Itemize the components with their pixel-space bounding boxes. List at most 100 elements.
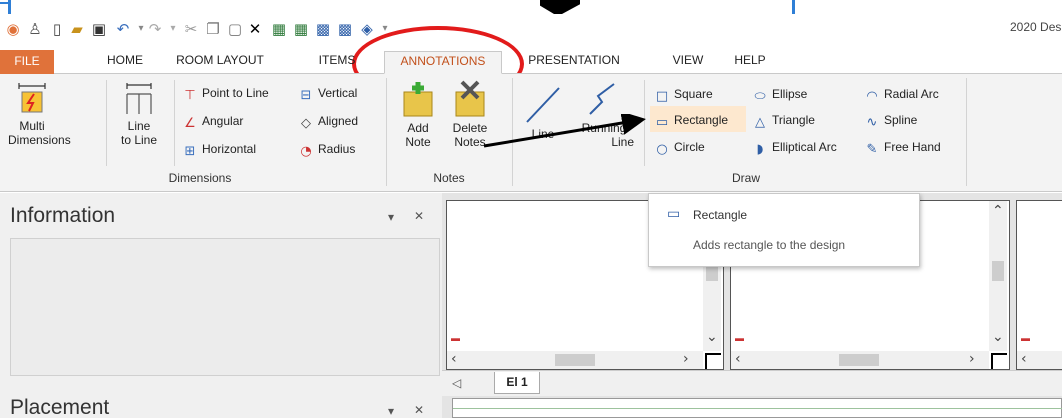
information-panel-body (10, 238, 440, 376)
square-button[interactable]: □ Square (654, 87, 713, 104)
vertical-scrollbar[interactable]: ⌃ ⌄ (989, 201, 1007, 351)
line-to-line-label-1: Line (127, 119, 151, 133)
radius-label: Radius (318, 142, 356, 156)
scroll-thumb[interactable] (555, 354, 595, 366)
multi-dimensions-button[interactable]: Multi Dimensions (8, 82, 71, 147)
add-note-label-1: Add (407, 121, 429, 135)
tab-annotations[interactable]: ANNOTATIONS (384, 51, 502, 74)
viewport-3[interactable]: ▬ ‹ (1016, 200, 1062, 370)
view-plan-icon[interactable]: ▦ (292, 20, 310, 38)
scroll-right-icon[interactable]: › (969, 351, 975, 367)
rectangle-icon: ▭ (655, 115, 669, 130)
angular-icon: ∠ (184, 116, 196, 131)
elliptical-arc-button[interactable]: ◗ Elliptical Arc (752, 140, 837, 157)
redo-icon[interactable]: ↷ (146, 20, 164, 38)
point-to-line-label: Point to Line (202, 86, 269, 100)
triangle-label: Triangle (772, 113, 815, 127)
radius-button[interactable]: ◔ Radius (298, 142, 355, 159)
tab-scroll-left-icon[interactable]: ◁ (452, 376, 461, 390)
paste-icon[interactable]: ▢ (226, 20, 244, 38)
information-dropdown-icon[interactable]: ▾ (388, 210, 394, 224)
ellipse-button[interactable]: ⬭ Ellipse (752, 87, 807, 104)
spline-button[interactable]: ∿ Spline (864, 113, 918, 130)
information-panel-title: Information (10, 204, 116, 227)
point-to-line-button[interactable]: ⊤ Point to Line (182, 86, 269, 103)
3d-box-icon[interactable]: ◈ (358, 20, 376, 38)
horizontal-scrollbar[interactable]: ‹ › (447, 351, 703, 369)
angular-button[interactable]: ∠ Angular (182, 114, 243, 131)
tab-room-layout[interactable]: ROOM LAYOUT (172, 51, 268, 74)
radius-icon: ◔ (300, 144, 312, 159)
tab-view[interactable]: VIEW (668, 51, 708, 74)
tab-help[interactable]: HELP (730, 51, 770, 74)
scroll-down-icon[interactable]: ⌄ (706, 329, 718, 345)
copy-icon[interactable]: ❐ (204, 20, 222, 38)
delete-icon[interactable]: ✕ (246, 20, 264, 38)
triangle-button[interactable]: △ Triangle (752, 113, 815, 130)
scroll-down-icon[interactable]: ⌄ (992, 329, 1004, 345)
tab-elevation-1[interactable]: El 1 (494, 372, 540, 394)
tab-items[interactable]: ITEMS (312, 51, 362, 74)
horizontal-scrollbar[interactable]: ‹ (1017, 351, 1062, 369)
spline-label: Spline (884, 113, 918, 127)
top-accent-mark (8, 0, 11, 14)
horizontal-scrollbar[interactable]: ‹ › (731, 351, 989, 369)
aligned-button[interactable]: ◇ Aligned (298, 114, 358, 131)
scroll-left-icon[interactable]: ‹ (1021, 351, 1027, 367)
vertical-button[interactable]: ⊟ Vertical (298, 86, 358, 103)
scroll-thumb[interactable] (992, 261, 1004, 281)
undo-icon[interactable]: ↶ (114, 20, 132, 38)
radial-arc-button[interactable]: ◠ Radial Arc (864, 87, 938, 104)
grid-line (453, 408, 1062, 409)
horizontal-icon: ⊞ (184, 144, 196, 159)
rectangle-button[interactable]: ▭ Rectangle (654, 113, 728, 130)
horizontal-label: Horizontal (202, 142, 257, 156)
tab-presentation[interactable]: PRESENTATION (524, 51, 624, 74)
free-hand-icon: ✎ (866, 142, 878, 157)
scroll-left-icon[interactable]: ‹ (451, 351, 457, 367)
multi-dimensions-label-2: Dimensions (8, 133, 71, 147)
free-hand-button[interactable]: ✎ Free Hand (864, 140, 941, 157)
vertical-label: Vertical (318, 86, 358, 100)
delete-notes-icon (455, 80, 485, 117)
tab-file[interactable]: FILE (0, 50, 54, 74)
user-icon[interactable]: ♙ (26, 20, 44, 38)
add-note-button[interactable]: Add Note (398, 80, 438, 149)
tab-home[interactable]: HOME (100, 51, 150, 74)
cut-icon[interactable]: ✂ (182, 20, 200, 38)
placement-close-icon[interactable]: ✕ (414, 403, 424, 417)
model-marker-icon: ▬ (451, 333, 460, 343)
elliptical-arc-icon: ◗ (756, 142, 764, 157)
rectangle-tooltip: ▭ Rectangle Adds rectangle to the design (648, 193, 920, 267)
save-icon[interactable]: ▣ (90, 20, 108, 38)
view-perspective-icon[interactable]: ▩ (336, 20, 354, 38)
placement-view[interactable] (452, 398, 1062, 418)
top-accent-line (0, 2, 8, 4)
redo-dropdown-icon[interactable]: ▾ (164, 20, 182, 38)
open-folder-icon[interactable]: ▰ (68, 20, 86, 38)
placement-dropdown-icon[interactable]: ▾ (388, 404, 394, 418)
view-elevation-icon[interactable]: ▩ (314, 20, 332, 38)
angular-label: Angular (202, 114, 244, 128)
circle-button[interactable]: ○ Circle (654, 140, 704, 157)
scroll-thumb[interactable] (839, 354, 879, 366)
vertical-icon: ⊟ (300, 88, 312, 103)
line-to-line-button[interactable]: Line to Line (110, 82, 168, 147)
top-accent-mark (792, 0, 795, 14)
new-file-icon[interactable]: ▯ (48, 20, 66, 38)
scroll-right-icon[interactable]: › (683, 351, 689, 367)
ellipse-icon: ⬭ (754, 89, 766, 104)
notes-group-label: Notes (433, 171, 465, 185)
divider (106, 80, 107, 166)
circle-icon: ○ (656, 142, 668, 157)
scroll-up-icon[interactable]: ⌃ (992, 203, 1004, 219)
divider (174, 80, 175, 166)
divider (386, 78, 387, 186)
view-grid-icon[interactable]: ▦ (270, 20, 288, 38)
horizontal-button[interactable]: ⊞ Horizontal (182, 142, 256, 159)
line-to-line-label-2: to Line (120, 133, 158, 147)
information-close-icon[interactable]: ✕ (414, 209, 424, 223)
running-line-icon (589, 83, 615, 115)
corner-marker (991, 353, 1007, 369)
scroll-left-icon[interactable]: ‹ (735, 351, 741, 367)
